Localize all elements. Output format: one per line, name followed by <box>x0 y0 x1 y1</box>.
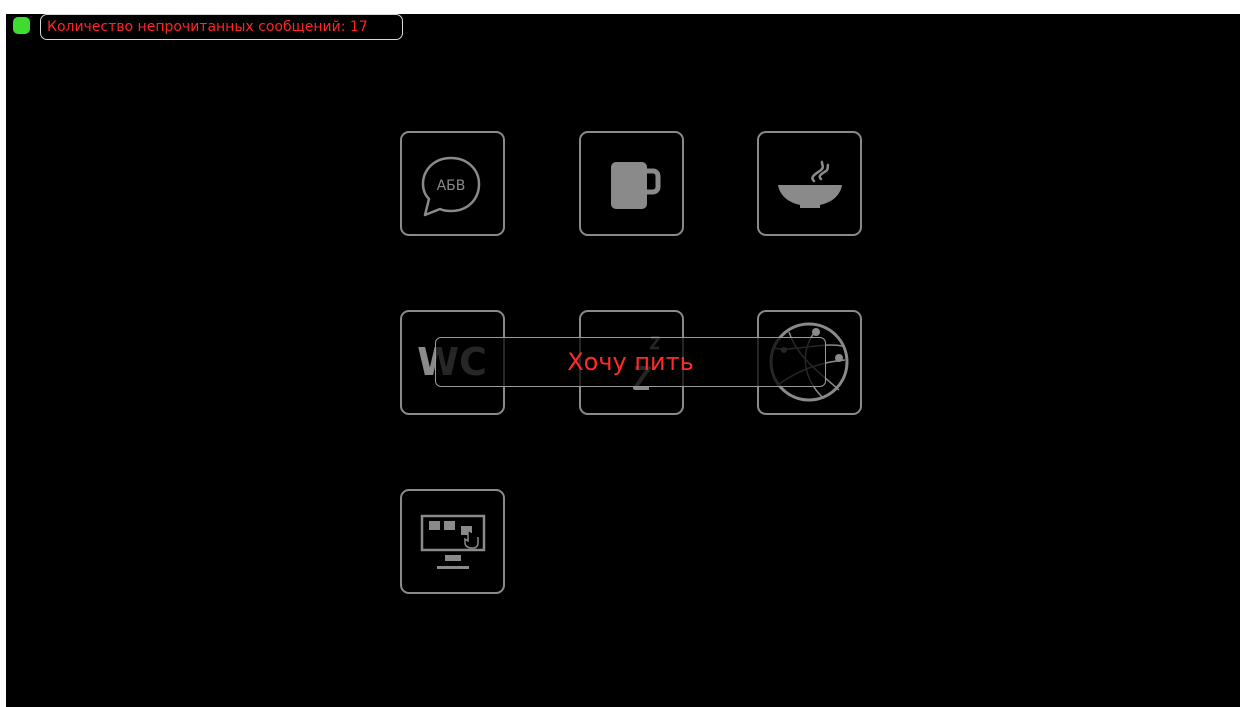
mug-icon <box>611 162 661 209</box>
message-overlay: Хочу пить <box>435 337 826 387</box>
speech-bubble-label: АБВ <box>437 178 466 194</box>
tile-computer[interactable] <box>400 489 505 594</box>
speech-bubble-icon: АБВ <box>421 156 481 217</box>
soup-bowl-icon <box>778 160 842 208</box>
status-indicator <box>13 17 30 34</box>
tile-food[interactable] <box>757 131 862 236</box>
monitor-touch-icon <box>420 514 486 569</box>
tile-speech[interactable]: АБВ <box>400 131 505 236</box>
unread-messages-badge: Количество непрочитанных сообщений: 17 <box>40 14 403 40</box>
tile-drink[interactable] <box>579 131 684 236</box>
message-text: Хочу пить <box>567 348 694 376</box>
